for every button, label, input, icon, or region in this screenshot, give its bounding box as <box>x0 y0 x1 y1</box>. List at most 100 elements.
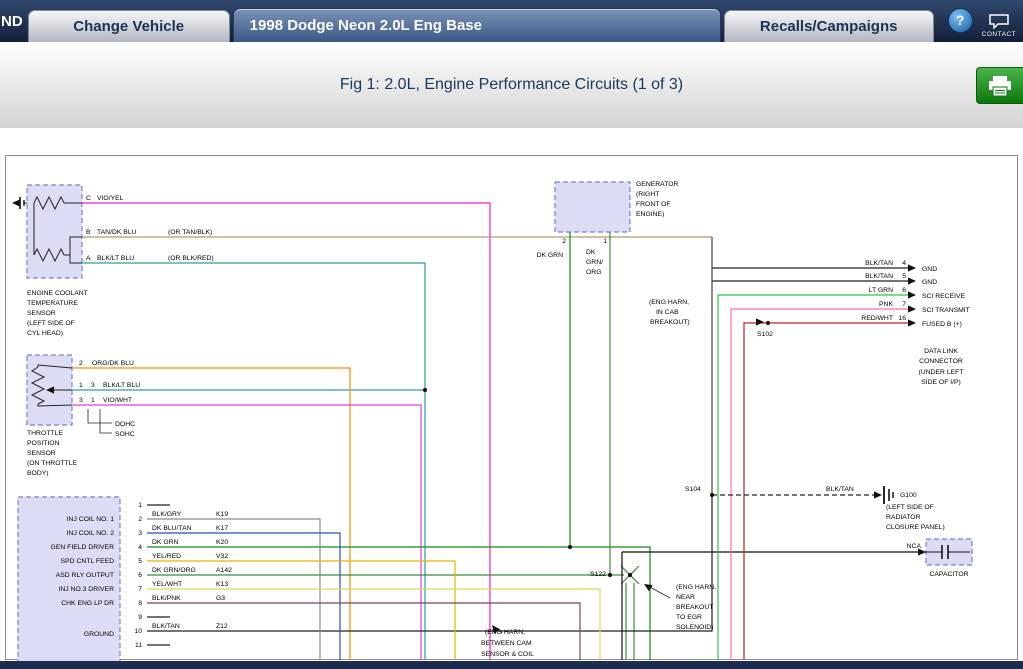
top-navigation: ND Change Vehicle 1998 Dodge Neon 2.0L E… <box>0 0 1023 42</box>
bottom-bar <box>0 661 1023 669</box>
diagram-label: (LEFT SIDE OF <box>886 504 934 511</box>
contact-label: CONTACT <box>982 31 1016 38</box>
splice-dot <box>710 493 714 497</box>
diagram-label: INJ COIL NO. 1 <box>67 516 115 523</box>
diagram-label: (RIGHT <box>636 191 659 198</box>
diagram-label: K19 <box>216 511 228 518</box>
diagram-label: DK GRN <box>537 252 564 259</box>
diagram-label: CAPACITOR <box>929 571 968 578</box>
diagram-label: NCA <box>907 543 922 550</box>
diagram-label: ASD RLY OUTPUT <box>56 572 114 579</box>
diagram-label: 7 <box>902 301 906 308</box>
tab-change-vehicle[interactable]: Change Vehicle <box>28 10 230 42</box>
diagram-label: GND <box>922 279 937 286</box>
diagram-label: BLK/LT BLU <box>97 255 134 262</box>
diagram-label: (LEFT SIDE OF <box>27 320 75 327</box>
diagram-label: K20 <box>216 539 228 546</box>
diagram-label: RED/WHT <box>861 315 893 322</box>
diagram-label: TEMPERATURE <box>27 300 78 307</box>
printer-icon <box>987 75 1013 97</box>
diagram-label: 6 <box>138 572 142 579</box>
diagram-label: 2 <box>79 360 83 367</box>
diagram-label: BLK/TAN <box>152 623 180 630</box>
diagram-label: DK GRN <box>152 539 179 546</box>
splice-dot <box>423 388 427 392</box>
splice-dot <box>628 573 632 577</box>
diagram-label: FRONT OF <box>636 201 671 208</box>
diagram-label: CHK ENG LP DR <box>61 600 114 607</box>
diagram-label: DATA LINK <box>924 348 958 355</box>
diagram-label: THROTTLE <box>27 430 63 437</box>
diagram-label: GRN/ <box>586 259 603 266</box>
diagram-label: V32 <box>216 553 228 560</box>
diagram-label: SIDE OF I/P) <box>921 379 961 386</box>
diagram-label: (ENG HARN, <box>676 584 716 591</box>
diagram-label: (OR TAN/BLK) <box>168 229 212 236</box>
diagram-label: ORG/DK BLU <box>92 360 134 367</box>
diagram-label: 11 <box>135 642 142 649</box>
diagram-label: GEN FIELD DRIVER <box>51 544 115 551</box>
diagram-label: BREAKOUT <box>676 604 713 611</box>
diagram-label: DK <box>586 249 596 256</box>
diagram-label: GND <box>922 266 937 273</box>
tab-current-vehicle[interactable]: 1998 Dodge Neon 2.0L Eng Base <box>233 8 721 42</box>
diagram-label: SOHC <box>115 431 135 438</box>
diagram-label: BETWEEN CAM <box>481 640 532 647</box>
diagram-label: IN CAB <box>656 309 679 316</box>
diagram-label: S122 <box>590 571 606 578</box>
diagram-label: A142 <box>216 567 232 574</box>
diagram-label: SCI RECEIVE <box>922 293 966 300</box>
diagram-label: PNK <box>879 301 893 308</box>
diagram-label: C <box>86 195 91 202</box>
diagram-label: 9 <box>138 614 142 621</box>
diagram-label: DOHC <box>115 421 135 428</box>
diagram-label: BLK/PNK <box>152 595 181 602</box>
diagram-label: 3 <box>138 530 142 537</box>
ect-sensor-box <box>27 185 82 278</box>
figure-header: Fig 1: 2.0L, Engine Performance Circuits… <box>0 42 1023 129</box>
diagram-label: BREAKOUT) <box>650 319 690 326</box>
tab-recalls-campaigns[interactable]: Recalls/Campaigns <box>724 10 934 42</box>
diagram-label: 3 <box>91 382 95 389</box>
diagram-label: 8 <box>138 600 142 607</box>
diagram-label: BLK/LT BLU <box>103 382 140 389</box>
diagram-label: TO EGR <box>676 614 702 621</box>
diagram-label: 2 <box>138 516 142 523</box>
diagram-label: 1 <box>603 238 607 245</box>
diagram-label: NEAR <box>676 594 695 601</box>
splice-dot <box>608 573 612 577</box>
diagram-label: DK BLU/TAN <box>152 525 192 532</box>
diagram-label: CONNECTOR <box>919 358 963 365</box>
diagram-label: (OR BLK/RED) <box>168 255 214 262</box>
diagram-area: CVIO/YELBTAN/DK BLU(OR TAN/BLK)ABLK/LT B… <box>0 128 1023 661</box>
diagram-label: 6 <box>902 287 906 294</box>
diagram-label: CYL HEAD) <box>27 330 63 337</box>
diagram-label: BLK/TAN <box>865 273 893 280</box>
diagram-label: S102 <box>757 331 773 338</box>
diagram-label: LT GRN <box>869 287 893 294</box>
print-button[interactable] <box>976 67 1023 104</box>
help-button[interactable]: ? <box>948 8 973 33</box>
diagram-label: SENSOR & COIL <box>481 651 534 658</box>
speech-bubble-icon <box>989 14 1009 29</box>
splice-dot <box>568 545 572 549</box>
diagram-label: BODY) <box>27 470 49 477</box>
diagram-label: INJ NO.3 DRIVER <box>58 586 114 593</box>
diagram-label: B <box>86 229 91 236</box>
diagram-label: BLK/TAN <box>826 486 854 493</box>
generator-box <box>555 182 630 232</box>
diagram-label: ENGINE) <box>636 211 664 218</box>
diagram-label: (ENG HARN, <box>649 299 689 306</box>
diagram-label: CLOSURE PANEL) <box>886 524 945 531</box>
diagram-label: S104 <box>685 486 701 493</box>
diagram-label: 16 <box>898 315 906 322</box>
diagram-label: 5 <box>902 273 906 280</box>
diagram-label: TAN/DK BLU <box>97 229 137 236</box>
contact-button[interactable]: CONTACT <box>982 14 1016 38</box>
diagram-label: RADIATOR <box>886 514 921 521</box>
diagram-label: INJ COIL NO. 2 <box>67 530 115 537</box>
diagram-label: POSITION <box>27 440 60 447</box>
diagram-label: FUSED B (+) <box>922 321 962 328</box>
diagram-label: YEL/RED <box>152 553 181 560</box>
diagram-label: YEL/WHT <box>152 581 182 588</box>
